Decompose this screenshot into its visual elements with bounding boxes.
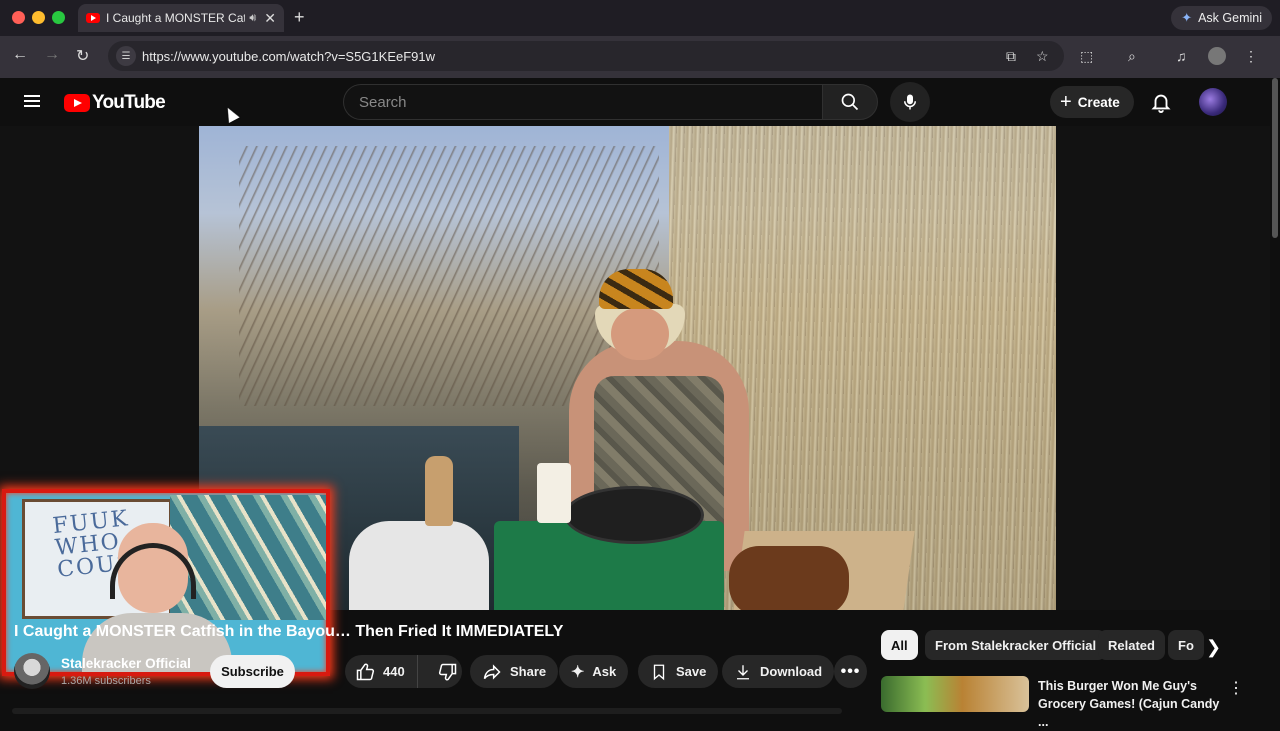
- frying-pan-scene: [564, 486, 704, 544]
- cook-face: [611, 308, 669, 360]
- close-tab-icon[interactable]: ✕: [264, 10, 276, 27]
- site-info-icon[interactable]: ☰: [116, 46, 136, 66]
- search-input[interactable]: Search: [343, 84, 823, 120]
- address-bar[interactable]: ☰ https://www.youtube.com/watch?v=S5G1KE…: [108, 41, 1064, 71]
- thumbs-up-icon: [356, 663, 375, 680]
- gemini-sparkle-icon: ✦: [1181, 10, 1193, 25]
- forward-arrow-icon[interactable]: →: [44, 46, 60, 64]
- browser-menu-icon[interactable]: ⋮: [1244, 48, 1258, 65]
- browser-tab[interactable]: I Caught a MONSTER Catf 🔊︎ ✕: [78, 4, 284, 32]
- share-label: Share: [510, 664, 547, 679]
- profile-avatar-icon[interactable]: [1208, 47, 1226, 65]
- download-label: Download: [760, 664, 823, 679]
- save-label: Save: [676, 664, 707, 679]
- back-arrow-icon[interactable]: ←: [12, 46, 28, 64]
- install-app-icon[interactable]: ⧉: [1006, 48, 1016, 65]
- recommended-thumbnail[interactable]: [881, 676, 1029, 712]
- browser-toolbar: ← → ↻ ☰ https://www.youtube.com/watch?v=…: [0, 36, 1280, 78]
- search-button[interactable]: [822, 84, 878, 120]
- search-icon: [841, 93, 859, 111]
- chevron-right-icon[interactable]: ❯: [1206, 637, 1221, 658]
- share-button[interactable]: Share: [470, 655, 559, 688]
- chip-partial[interactable]: Fo: [1168, 630, 1204, 660]
- reactor-figure: [82, 523, 232, 672]
- seasoning-can-scene: [537, 463, 571, 523]
- speaker-icon[interactable]: 🔊︎: [249, 12, 256, 25]
- page-scrollbar[interactable]: [1270, 78, 1280, 720]
- plastic-bag-scene: [349, 521, 489, 610]
- voice-search-button[interactable]: [890, 82, 930, 122]
- maximize-window-button[interactable]: [52, 11, 65, 24]
- bookmark-star-icon[interactable]: ☆: [1036, 48, 1049, 65]
- download-icon: [737, 664, 749, 679]
- minimize-window-button[interactable]: [32, 11, 45, 24]
- ask-gemini-label: Ask Gemini: [1198, 11, 1262, 25]
- ask-label: Ask: [592, 664, 617, 679]
- like-count: 440: [383, 664, 405, 679]
- share-arrow-icon: [483, 663, 501, 680]
- ask-button[interactable]: ✦ Ask: [559, 655, 629, 688]
- youtube-wordmark[interactable]: YouTube: [92, 92, 166, 114]
- like-dislike-group: 440: [345, 655, 462, 688]
- new-tab-button[interactable]: +: [294, 7, 305, 28]
- notifications-bell-icon[interactable]: [1150, 91, 1172, 113]
- channel-avatar[interactable]: [14, 653, 50, 689]
- account-avatar[interactable]: [1199, 88, 1227, 116]
- more-actions-button[interactable]: •••: [834, 655, 867, 688]
- save-button[interactable]: Save: [638, 655, 719, 688]
- chip-related[interactable]: Related: [1098, 630, 1165, 660]
- related-chips: All From Stalekracker Official Related F…: [881, 630, 1211, 662]
- kebab-menu-icon[interactable]: ⋮: [1228, 678, 1244, 698]
- create-button[interactable]: + Create: [1050, 86, 1134, 118]
- chip-all[interactable]: All: [881, 630, 918, 660]
- description-box-edge: [12, 708, 842, 714]
- browser-tab-strip: I Caught a MONSTER Catf 🔊︎ ✕ + ✦ Ask Gem…: [0, 0, 1280, 36]
- video-title: I Caught a MONSTER Catfish in the Bayou……: [14, 623, 564, 640]
- fried-catfish-scene: [729, 546, 849, 610]
- url-text: https://www.youtube.com/watch?v=S5G1KEeF…: [142, 48, 436, 64]
- youtube-masthead: YouTube Search + Create: [0, 78, 1270, 126]
- thumbs-down-icon: [438, 663, 456, 680]
- sauce-bottle-scene: [425, 456, 453, 526]
- youtube-favicon-icon: [86, 13, 100, 23]
- bookmark-icon: [653, 664, 665, 680]
- create-label: Create: [1077, 94, 1120, 110]
- microphone-icon: [904, 94, 916, 110]
- subscriber-count: 1.36M subscribers: [61, 675, 151, 687]
- media-controls-icon[interactable]: ♫: [1176, 48, 1187, 64]
- ask-gemini-button[interactable]: ✦ Ask Gemini: [1171, 6, 1272, 30]
- sparkle-icon: ✦: [571, 663, 585, 681]
- camo-hat: [599, 269, 673, 309]
- extensions-puzzle-icon[interactable]: ⬚: [1080, 48, 1093, 65]
- download-button[interactable]: Download: [722, 655, 835, 688]
- channel-name[interactable]: Stalekracker Official: [61, 656, 191, 671]
- chip-from-channel[interactable]: From Stalekracker Official: [925, 630, 1107, 660]
- reload-icon[interactable]: ↻: [76, 46, 89, 66]
- scrollbar-thumb[interactable]: [1272, 78, 1278, 238]
- youtube-logo-icon[interactable]: [64, 94, 90, 112]
- video-player[interactable]: FUUK WHO COUS: [0, 126, 1270, 676]
- guide-menu-icon[interactable]: [24, 95, 40, 107]
- search-placeholder: Search: [359, 93, 407, 111]
- like-button[interactable]: 440: [345, 655, 418, 688]
- dislike-button[interactable]: [426, 655, 470, 688]
- recommended-title[interactable]: This Burger Won Me Guy's Grocery Games! …: [1038, 677, 1223, 731]
- plus-icon: +: [1060, 91, 1072, 113]
- tab-search-icon[interactable]: ⌕: [1128, 48, 1136, 65]
- reactor-webcam-overlay: FUUK WHO COUS: [2, 489, 330, 676]
- close-window-button[interactable]: [12, 11, 25, 24]
- subscribe-button[interactable]: Subscribe: [210, 655, 295, 688]
- tab-title: I Caught a MONSTER Catf: [106, 11, 246, 25]
